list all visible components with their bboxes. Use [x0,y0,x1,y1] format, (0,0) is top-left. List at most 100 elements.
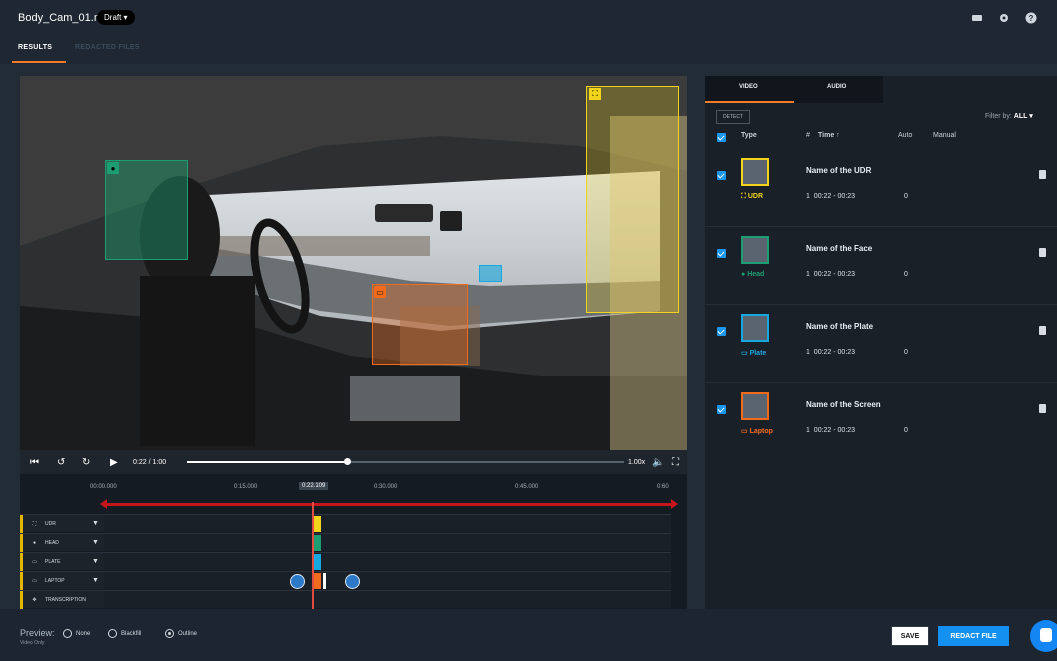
detection-time: 1 00:22 - 00:23 [806,427,855,434]
row-checkbox[interactable] [717,249,726,258]
chevron-down-icon[interactable]: ▼ [92,558,99,565]
filter-dropdown[interactable]: Filter by: ALL ▾ [985,112,1033,120]
track-label-transcription[interactable]: ✥ TRANSCRIPTION [20,590,104,609]
forward-icon[interactable]: ↻ [82,457,90,468]
range-end-arrow[interactable] [671,499,678,509]
track-name: LAPTOP [45,577,65,584]
row-checkbox[interactable] [717,171,726,180]
detection-row[interactable]: Name of the Screen ▭ Laptop 1 00:22 - 00… [705,384,1057,461]
head-detection-box[interactable] [105,160,188,260]
track-lane[interactable] [104,533,671,551]
play-icon[interactable]: ▶ [110,457,118,468]
radio-icon [63,629,72,638]
trash-icon[interactable] [1039,404,1046,413]
detection-type: ⛶ UDR [741,193,763,201]
preview-option-outline[interactable]: Outline [165,629,197,638]
rewind-icon[interactable]: ↺ [57,457,65,468]
tab-redacted-files[interactable]: REDACTED FILES [75,44,140,51]
preview-sublabel: Video Only [20,640,45,646]
head-icon: ● [32,539,37,546]
detections-panel: VIDEO AUDIO DETECT Filter by: ALL ▾ Type… [705,76,1057,609]
laptop-icon: ▭ [374,286,386,298]
detection-time: 1 00:22 - 00:23 [806,349,855,356]
detect-button[interactable]: DETECT [716,110,750,124]
track-name: UDR [45,520,56,527]
trash-icon[interactable] [1039,170,1046,179]
active-tab-indicator [705,101,794,103]
progress-thumb[interactable] [344,458,352,465]
preview-option-blackfill[interactable]: Blackfill [108,629,141,638]
detection-name: Name of the UDR [806,166,872,175]
track-lane[interactable] [104,571,671,589]
chat-icon[interactable] [1030,620,1057,652]
chevron-down-icon[interactable]: ▼ [92,577,99,584]
detection-row[interactable]: Name of the Plate ▭ Plate 1 00:22 - 00:2… [705,306,1057,383]
speed-selector[interactable]: 1.00x [628,459,645,466]
detection-name: Name of the Plate [806,322,874,331]
keyboard-icon[interactable] [971,11,983,23]
detection-count: 1 [806,427,810,434]
laptop-icon: ▭ [32,577,37,584]
head-icon: ● [107,162,119,174]
radio-selected-icon [165,629,174,638]
status-dropdown[interactable]: Draft ▾ [97,10,135,25]
track-label-head[interactable]: ● HEAD ▼ [20,533,104,552]
col-time[interactable]: Time ↑ [818,132,840,139]
progress-bar[interactable] [187,458,624,465]
segment-edge-marker[interactable] [323,573,326,589]
volume-icon[interactable]: 🔈 [652,457,664,468]
transcription-icon: ✥ [32,596,37,603]
video-frame[interactable]: ⛶ ● ▭ [20,76,687,450]
laptop-detection-box[interactable] [372,284,468,365]
detection-row[interactable]: Name of the UDR ⛶ UDR 1 00:22 - 00:23 0 [705,150,1057,227]
skip-back-icon[interactable]: ⏮ [30,457,39,468]
trash-icon[interactable] [1039,248,1046,257]
detection-auto: 0 [904,193,908,200]
detection-type-label: Head [747,271,765,278]
trim-handle-left[interactable] [290,574,305,589]
main-area: ⛶ ● ▭ ⏮ ↺ ↻ ▶ 0:22 / 1:00 1.00x 🔈 ⛶ 00:0… [0,64,1057,661]
row-checkbox[interactable] [717,405,726,414]
save-button[interactable]: SAVE [891,626,929,646]
col-auto: Auto [898,132,913,139]
detection-time: 1 00:22 - 00:23 [806,193,855,200]
tab-results[interactable]: RESULTS [11,44,67,63]
track-lane[interactable] [104,552,671,570]
progress-fill [187,461,348,463]
track-label-plate[interactable]: ▭ PLATE ▼ [20,552,104,571]
udr-detection-box[interactable] [586,86,679,313]
track-lane[interactable] [104,590,671,608]
detection-count: 1 [806,193,810,200]
track-lane[interactable] [104,514,671,532]
gear-icon[interactable] [998,11,1010,23]
detection-type-label: Laptop [749,428,773,435]
ruler-label: 00:00.000 [90,484,117,490]
laptop-icon: ▭ [741,428,750,435]
tab-video[interactable]: VIDEO [739,84,758,90]
row-checkbox[interactable] [717,327,726,336]
plate-detection-box[interactable] [479,265,502,282]
detection-type-label: UDR [747,193,764,200]
detection-row[interactable]: Name of the Face ● Head 1 00:22 - 00:23 … [705,228,1057,305]
chevron-down-icon[interactable]: ▼ [92,520,99,527]
ruler-label: 0:30.000 [374,484,398,490]
thumbnail [741,236,769,264]
trim-handle-right[interactable] [345,574,360,589]
preview-option-none[interactable]: None [63,629,90,638]
fullscreen-icon[interactable]: ⛶ [672,457,679,468]
track-label-laptop[interactable]: ▭ LAPTOP ▼ [20,571,104,590]
track-label-udr[interactable]: ⛶ UDR ▼ [20,514,104,533]
tab-audio[interactable]: AUDIO [827,84,846,90]
filter-label: Filter by: [985,113,1012,120]
redact-file-button[interactable]: REDACT FILE [938,626,1009,646]
help-icon[interactable]: ? [1025,11,1037,24]
col-type[interactable]: Type [741,132,757,139]
top-icons: ? [971,11,1037,24]
chevron-down-icon[interactable]: ▼ [92,539,99,546]
playhead[interactable] [312,502,314,609]
select-all-checkbox[interactable] [717,133,726,142]
detection-time-range: 00:22 - 00:23 [813,193,856,200]
trash-icon[interactable] [1039,326,1046,335]
detection-type: ▭ Plate [741,349,766,357]
udr-icon: ⛶ [741,193,748,200]
